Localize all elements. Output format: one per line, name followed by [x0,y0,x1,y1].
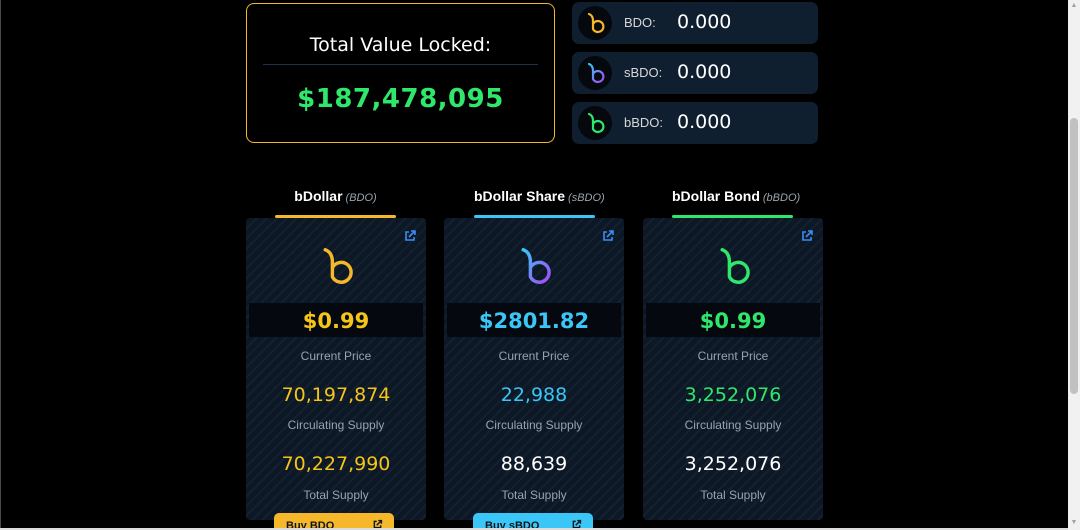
sbdo-balance-value: 0.000 [677,61,732,83]
bbdo-balance-label: bBDO: [624,115,664,130]
bbdo-total-supply: 3,252,076 [684,453,782,475]
page-scrollbar[interactable]: ▲ ▼ [1068,0,1080,530]
external-link-icon[interactable] [601,229,615,243]
tab-bbdo-name: bDollar Bond [672,188,760,204]
tvl-divider [263,64,538,65]
tab-sbdo[interactable]: bDollar Share (sBDO) [474,188,605,218]
bdo-card: $0.99 Current Price 70,197,874 Circulati… [246,218,426,520]
sbdo-price: $2801.82 [478,309,590,333]
tab-bdo-symbol: (BDO) [345,192,377,204]
bbdo-balance: bBDO: 0.000 [572,102,818,144]
bbdo-circulating-supply: 3,252,076 [684,384,782,406]
sbdo-card: $2801.82 Current Price 22,988 Circulatin… [444,218,624,520]
bdo-balance-value: 0.000 [677,11,732,33]
bbdo-balance-value: 0.000 [677,111,732,133]
sbdo-balance-label: sBDO: [624,65,663,80]
tab-bdo[interactable]: bDollar (BDO) [275,188,396,218]
window-left-border [0,0,1,530]
bdo-circulating-supply: 70,197,874 [281,384,391,406]
tab-bdo-name: bDollar [294,188,343,204]
tvl-title: Total Value Locked: [309,34,492,56]
bbdo-logo-icon [720,248,750,284]
scrollbar-thumb[interactable] [1070,118,1078,394]
bdo-balance-label: BDO: [624,15,656,30]
bdo-balance: BDO: 0.000 [572,2,818,44]
sbdo-price-label: Current Price [498,349,570,363]
bdo-total-label: Total Supply [303,488,369,502]
tab-sbdo-symbol: (sBDO) [568,192,605,204]
sbdo-balance: sBDO: 0.000 [572,52,818,94]
bdo-price: $0.99 [302,309,370,333]
bdo-total-supply: 70,227,990 [281,453,391,475]
tab-bbdo[interactable]: bDollar Bond (bBDO) [672,188,800,218]
scroll-down-arrow-icon[interactable]: ▼ [1070,518,1078,528]
scroll-up-arrow-icon[interactable]: ▲ [1070,1,1078,11]
sbdo-circulating-supply: 22,988 [500,384,568,406]
bbdo-price: $0.99 [699,309,767,333]
tab-bbdo-symbol: (bBDO) [762,192,801,204]
total-value-locked-card: Total Value Locked: $187,478,095 [246,3,555,143]
bdo-price-label: Current Price [300,349,372,363]
sbdo-total-label: Total Supply [501,488,567,502]
bbdo-circulating-label: Circulating Supply [684,418,782,432]
bbdo-card: $0.99 Current Price 3,252,076 Circulatin… [643,218,823,520]
sbdo-logo-icon [521,248,551,284]
bbdo-price-label: Current Price [697,349,769,363]
tab-sbdo-name: bDollar Share [474,188,566,204]
sbdo-circulating-label: Circulating Supply [485,418,583,432]
external-link-icon[interactable] [800,229,814,243]
bdo-logo-icon [323,248,353,284]
bdo-logo-icon [578,6,612,40]
bbdo-logo-icon [578,106,612,140]
sbdo-logo-icon [578,56,612,90]
bdo-circulating-label: Circulating Supply [287,418,385,432]
external-link-icon[interactable] [403,229,417,243]
tvl-value: $187,478,095 [297,84,504,114]
bbdo-total-label: Total Supply [700,488,766,502]
sbdo-total-supply: 88,639 [500,453,568,475]
